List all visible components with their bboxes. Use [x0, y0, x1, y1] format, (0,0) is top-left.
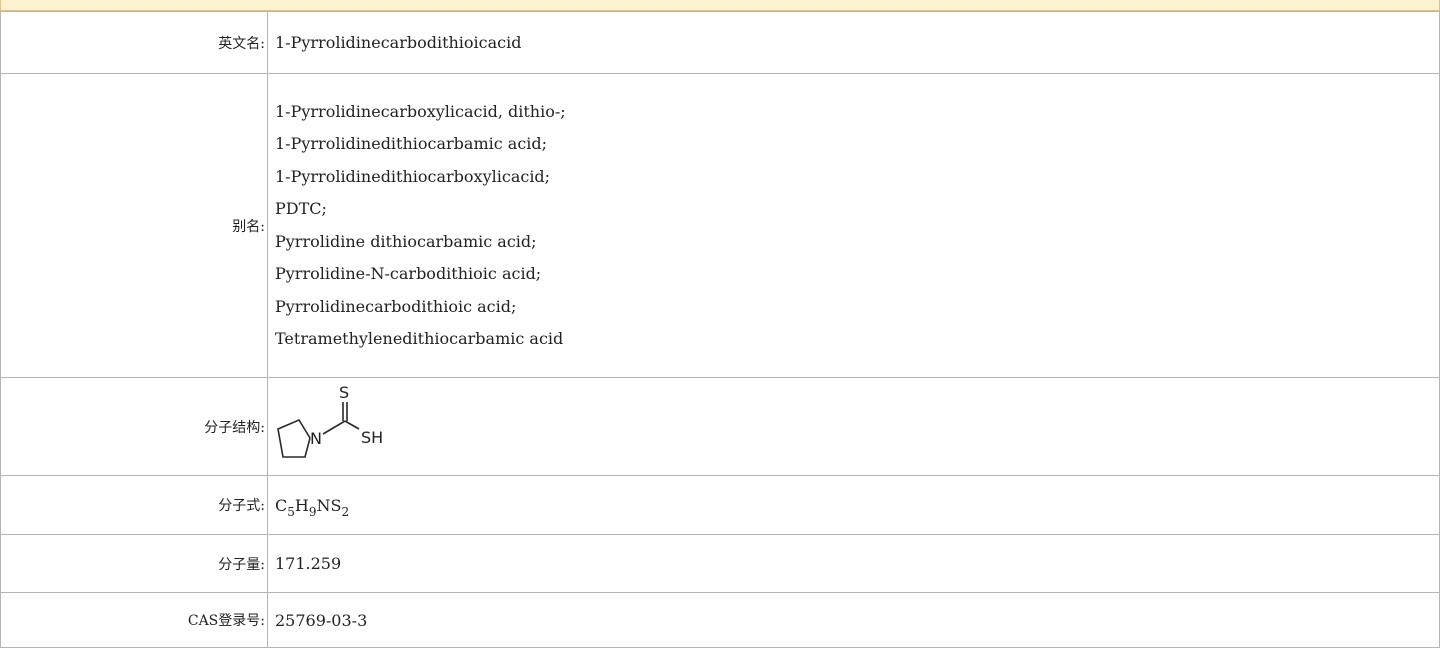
structure-cell: S N SH	[267, 377, 1440, 476]
aliases-label: 别名:	[0, 73, 268, 378]
atom-sh-label: SH	[361, 428, 383, 447]
pyrrolidine-ring	[277, 418, 311, 458]
row-aliases: 别名: 1-Pyrrolidinecarboxylicacid, dithio-…	[0, 73, 1440, 378]
formula-c-count: 5	[287, 504, 295, 519]
alias-item: Tetramethylenedithiocarbamic acid	[275, 329, 564, 348]
alias-item: 1-Pyrrolidinedithiocarbamic acid;	[275, 134, 548, 153]
c-s-bond	[344, 419, 360, 430]
english-name-label: 英文名:	[0, 11, 268, 74]
header-bar	[0, 0, 1440, 11]
alias-item: PDTC;	[275, 199, 327, 218]
compound-info-table: 英文名: 1-Pyrrolidinecarbodithioicacid 别名: …	[0, 11, 1440, 648]
alias-item: Pyrrolidinecarbodithioic acid;	[275, 296, 517, 316]
row-cas: CAS登录号: 25769-03-3	[0, 592, 1440, 648]
n-c-bond	[322, 419, 346, 435]
atom-s-label: S	[339, 383, 349, 402]
row-english-name: 英文名: 1-Pyrrolidinecarbodithioicacid	[0, 11, 1440, 74]
formula-value: C5H9NS2	[267, 475, 1440, 535]
alias-item: 1-Pyrrolidinecarboxylicacid, dithio-;	[275, 101, 566, 121]
row-structure: 分子结构: S N SH	[0, 377, 1440, 476]
alias-item: Pyrrolidine dithiocarbamic acid;	[275, 231, 537, 251]
row-molecular-weight: 分子量: 171.259	[0, 534, 1440, 593]
formula-ns: NS	[316, 495, 342, 515]
cas-label: CAS登录号:	[0, 592, 268, 648]
formula-h: H	[294, 495, 309, 515]
molecule-structure-image: S N SH	[277, 383, 383, 458]
aliases-list: 1-Pyrrolidinecarboxylicacid, dithio-; 1-…	[267, 73, 1440, 378]
alias-item: 1-Pyrrolidinedithiocarboxylicacid;	[275, 166, 551, 186]
structure-label: 分子结构:	[0, 377, 268, 476]
formula-label: 分子式:	[0, 475, 268, 535]
formula-c: C	[275, 495, 288, 515]
row-formula: 分子式: C5H9NS2	[0, 475, 1440, 535]
cas-value: 25769-03-3	[267, 592, 1440, 648]
molecular-weight-value: 171.259	[267, 534, 1440, 593]
molecular-weight-label: 分子量:	[0, 534, 268, 593]
formula-s-count: 2	[341, 504, 350, 519]
english-name-value: 1-Pyrrolidinecarbodithioicacid	[267, 11, 1440, 74]
alias-item: Pyrrolidine-N-carbodithioic acid;	[275, 264, 542, 283]
atom-n-label: N	[310, 429, 322, 448]
